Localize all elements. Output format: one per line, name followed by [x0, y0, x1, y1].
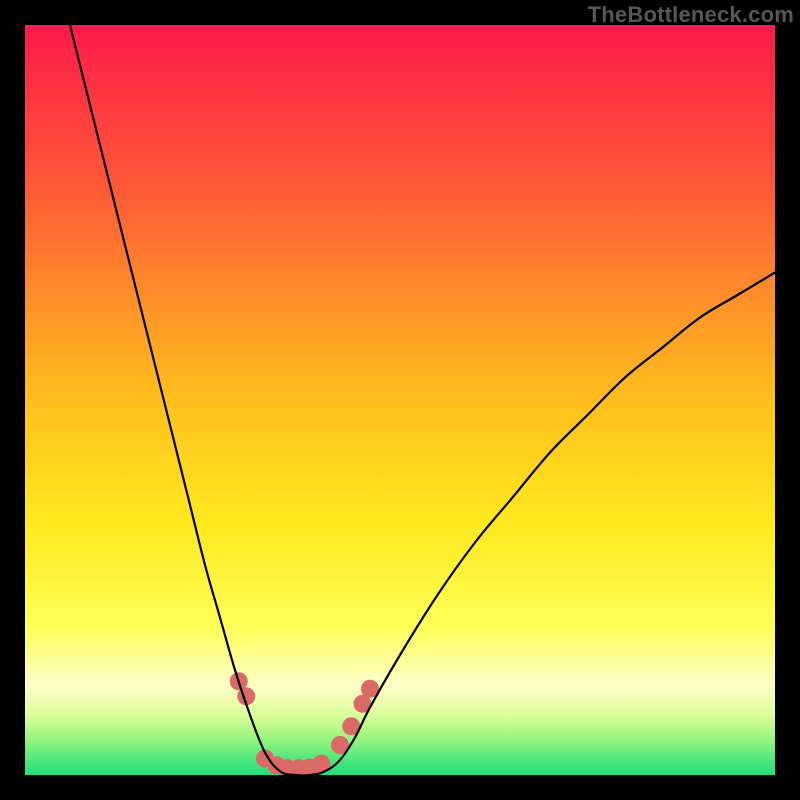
plot-area	[25, 25, 775, 775]
chart-frame: TheBottleneck.com	[0, 0, 800, 800]
chart-svg	[25, 25, 775, 775]
gradient-background	[25, 25, 775, 775]
watermark-text: TheBottleneck.com	[588, 2, 794, 28]
